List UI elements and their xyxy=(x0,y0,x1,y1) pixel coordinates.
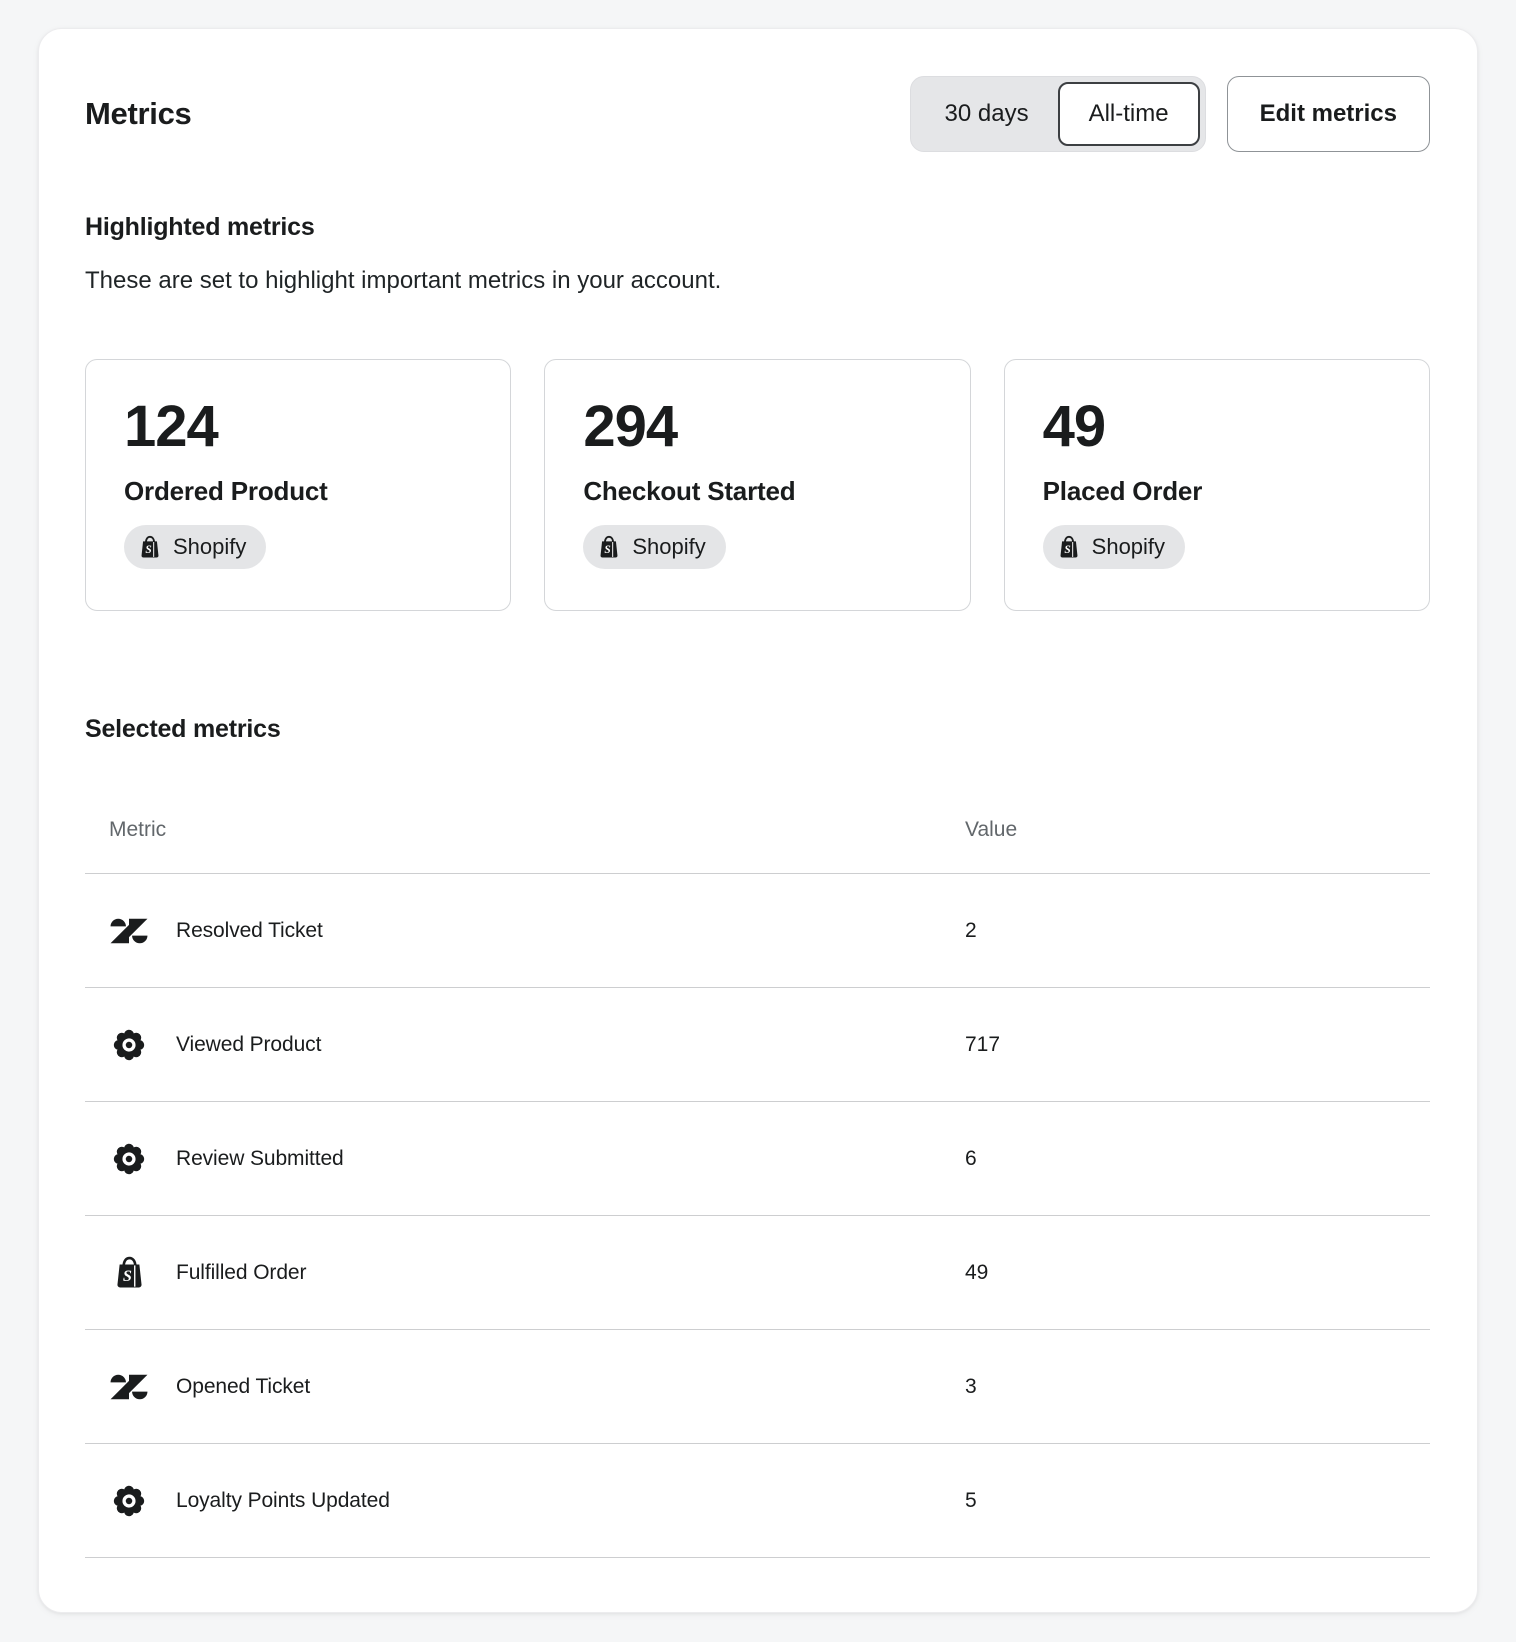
table-row: Fulfilled Order 49 xyxy=(85,1216,1430,1330)
shopify-icon xyxy=(596,534,622,560)
metric-card-label: Checkout Started xyxy=(583,476,931,507)
metric-name: Viewed Product xyxy=(176,1033,321,1057)
metrics-header: Metrics 30 days All-time Edit metrics xyxy=(85,75,1430,153)
header-actions: 30 days All-time Edit metrics xyxy=(910,76,1430,152)
table-row: Resolved Ticket 2 xyxy=(85,874,1430,988)
toggle-30-days[interactable]: 30 days xyxy=(916,82,1058,146)
time-range-toggle: 30 days All-time xyxy=(910,76,1206,152)
metric-value: 49 xyxy=(965,1261,1430,1285)
table-header: Metric Value xyxy=(85,779,1430,874)
gear-icon xyxy=(109,1140,149,1178)
gear-icon xyxy=(109,1026,149,1064)
source-badge: Shopify xyxy=(124,525,266,569)
column-header-metric: Metric xyxy=(85,818,965,842)
metric-card-label: Ordered Product xyxy=(124,476,472,507)
highlighted-cards-row: 124 Ordered Product Shopify 294 Checkout… xyxy=(85,359,1430,611)
metric-value: 3 xyxy=(965,1375,1430,1399)
metric-name: Opened Ticket xyxy=(176,1375,310,1399)
metrics-panel: Metrics 30 days All-time Edit metrics Hi… xyxy=(38,28,1478,1613)
zendesk-icon xyxy=(109,1370,149,1404)
metric-card: 124 Ordered Product Shopify xyxy=(85,359,511,611)
highlighted-metrics-heading: Highlighted metrics xyxy=(85,211,1430,243)
selected-metrics-heading: Selected metrics xyxy=(85,713,1430,745)
zendesk-icon xyxy=(109,914,149,948)
shopify-icon xyxy=(1056,534,1082,560)
page-title: Metrics xyxy=(85,96,191,132)
metric-card-value: 124 xyxy=(124,394,472,460)
table-row: Viewed Product 717 xyxy=(85,988,1430,1102)
toggle-all-time[interactable]: All-time xyxy=(1058,82,1200,146)
metric-value: 6 xyxy=(965,1147,1430,1171)
source-badge-label: Shopify xyxy=(1092,534,1165,560)
metric-card: 49 Placed Order Shopify xyxy=(1004,359,1430,611)
metric-card-value: 49 xyxy=(1043,394,1391,460)
metric-value: 2 xyxy=(965,919,1430,943)
source-badge: Shopify xyxy=(1043,525,1185,569)
metric-value: 717 xyxy=(965,1033,1430,1057)
metric-name: Resolved Ticket xyxy=(176,919,323,943)
highlighted-metrics-description: These are set to highlight important met… xyxy=(85,265,1430,297)
metric-name: Review Submitted xyxy=(176,1147,344,1171)
column-header-value: Value xyxy=(965,818,1430,842)
edit-metrics-button[interactable]: Edit metrics xyxy=(1227,76,1430,152)
table-row: Loyalty Points Updated 5 xyxy=(85,1444,1430,1558)
source-badge: Shopify xyxy=(583,525,725,569)
gear-icon xyxy=(109,1482,149,1520)
table-row: Opened Ticket 3 xyxy=(85,1330,1430,1444)
metric-value: 5 xyxy=(965,1489,1430,1513)
metric-card: 294 Checkout Started Shopify xyxy=(544,359,970,611)
metric-name: Fulfilled Order xyxy=(176,1261,306,1285)
source-badge-label: Shopify xyxy=(173,534,246,560)
shopify-icon xyxy=(109,1254,149,1291)
metric-card-value: 294 xyxy=(583,394,931,460)
selected-metrics-table: Metric Value Resolved Ticket 2 Viewed Pr… xyxy=(85,779,1430,1558)
metric-card-label: Placed Order xyxy=(1043,476,1391,507)
metric-name: Loyalty Points Updated xyxy=(176,1489,390,1513)
source-badge-label: Shopify xyxy=(632,534,705,560)
shopify-icon xyxy=(137,534,163,560)
table-row: Review Submitted 6 xyxy=(85,1102,1430,1216)
